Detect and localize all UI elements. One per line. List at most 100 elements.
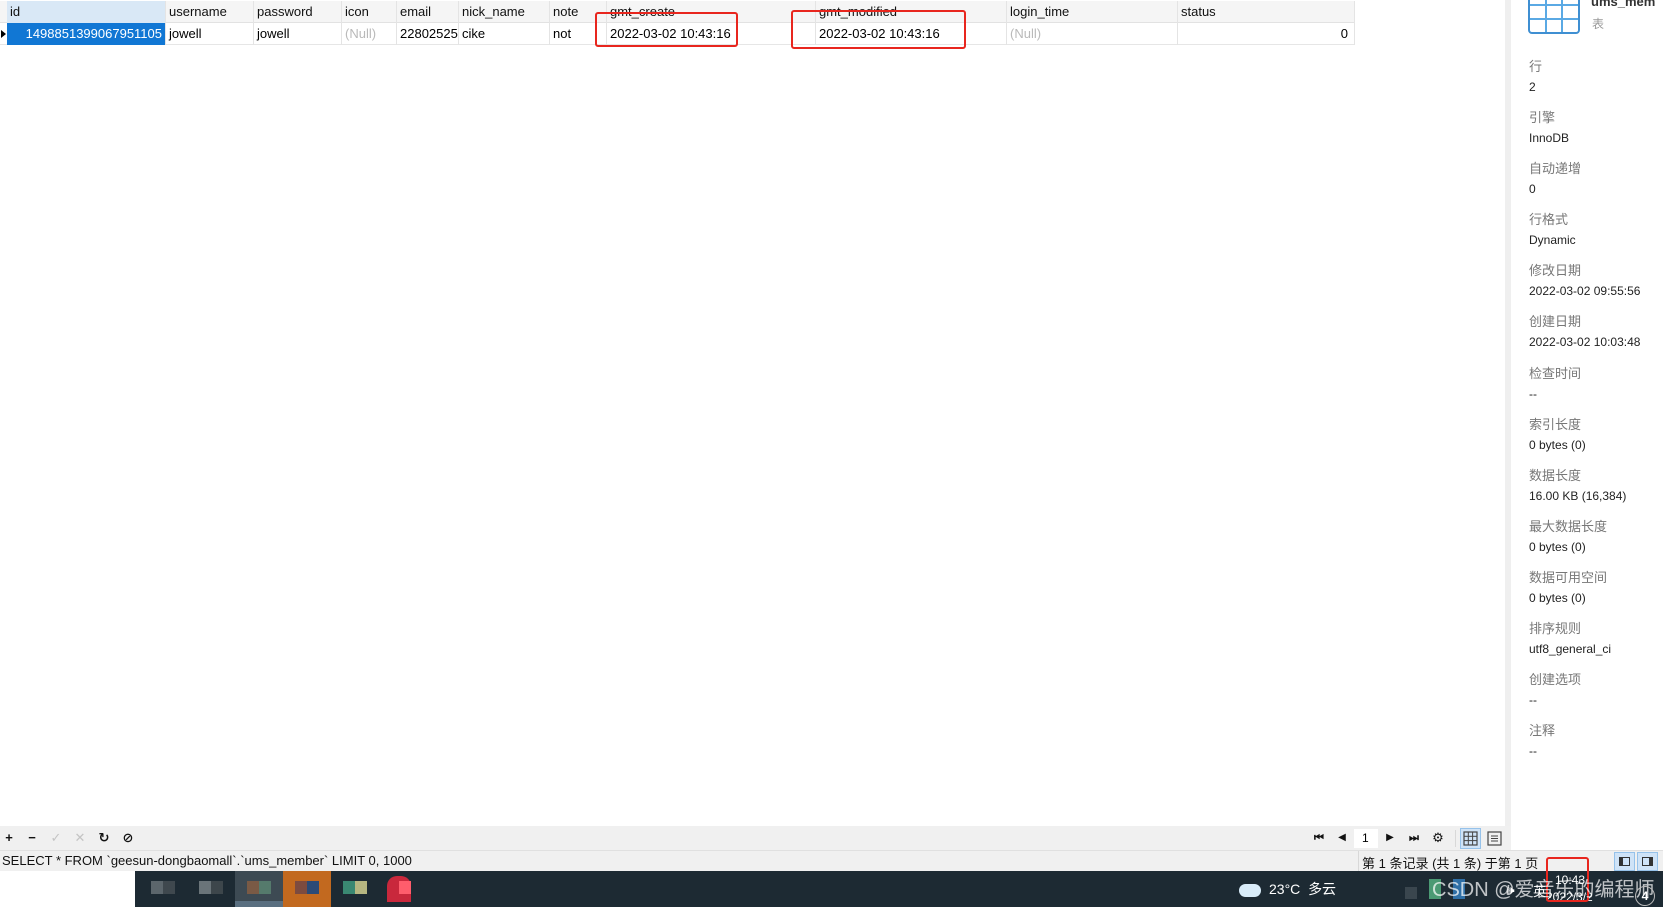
info-label: 数据长度: [1529, 468, 1582, 483]
column-header-gmt-modified[interactable]: gmt_modified: [816, 1, 1007, 23]
column-header-gmt-create[interactable]: gmt_create: [607, 1, 816, 23]
left-panel-icon: [1619, 857, 1630, 866]
info-label: 检查时间: [1529, 366, 1582, 381]
taskbar-app-1[interactable]: [151, 871, 181, 907]
info-label: 引擎: [1529, 110, 1556, 125]
toggle-right-panel-button[interactable]: [1637, 852, 1658, 871]
prev-page-button[interactable]: ◀: [1333, 829, 1351, 847]
info-item: 创建选项 --: [1529, 671, 1581, 709]
cell-nick-name[interactable]: cike: [459, 23, 550, 45]
cell-email[interactable]: 22802525:: [397, 23, 459, 45]
info-value: 2: [1529, 80, 1536, 94]
notification-center-badge[interactable]: 4: [1635, 886, 1655, 906]
stop-button[interactable]: ⊘: [119, 829, 137, 847]
info-label: 修改日期: [1529, 263, 1582, 278]
info-item: 排序规则 utf8_general_ci: [1529, 620, 1611, 658]
taskbar-app-3[interactable]: [235, 871, 283, 907]
toggle-left-panel-button[interactable]: [1614, 852, 1635, 871]
object-name: ums_mem: [1591, 0, 1656, 9]
column-header-nick-name[interactable]: nick_name: [459, 1, 550, 23]
grid-view-icon: [1463, 831, 1478, 846]
info-label: 自动递增: [1529, 161, 1582, 176]
info-label: 行格式: [1529, 212, 1569, 227]
info-item: 数据长度 16.00 KB (16,384): [1529, 467, 1626, 505]
weather-widget[interactable]: 23°C 多云: [1239, 879, 1336, 899]
info-value: 0 bytes (0): [1529, 591, 1586, 605]
info-label: 注释: [1529, 723, 1556, 738]
add-record-button[interactable]: +: [0, 829, 18, 847]
table-icon: [1528, 0, 1580, 34]
column-header-username[interactable]: username: [166, 1, 254, 23]
column-header-login-time[interactable]: login_time: [1007, 1, 1178, 23]
cell-id[interactable]: 1498851399067951105: [7, 23, 166, 45]
info-value: 2022-03-02 09:55:56: [1529, 284, 1641, 298]
column-header-status[interactable]: status: [1178, 1, 1355, 23]
form-view-icon: [1487, 831, 1502, 846]
info-value: 16.00 KB (16,384): [1529, 489, 1627, 503]
cell-note[interactable]: not: [550, 23, 607, 45]
cell-username[interactable]: jowell: [166, 23, 254, 45]
weather-desc: 多云: [1308, 881, 1337, 897]
info-value: 2022-03-02 10:03:48: [1529, 335, 1641, 349]
taskbar-app-2[interactable]: [199, 871, 229, 907]
object-info-panel: ums_mem 表 行 2 引擎 InnoDB 自动递增 0 行格式 Dynamic 修改日期 2…: [1511, 0, 1663, 826]
grid-toolbar: + − ✓ ✕ ↻ ⊘ ⏮ ◀ 1 ▶ ⏭ ⚙: [0, 826, 1511, 850]
info-label: 最大数据长度: [1529, 519, 1608, 534]
column-header-icon[interactable]: icon: [342, 1, 397, 23]
cell-gmt-modified[interactable]: 2022-03-02 10:43:16: [816, 23, 1007, 45]
record-info: 第 1 条记录 (共 1 条) 于第 1 页: [1362, 856, 1539, 871]
windows-taskbar: 23°C 多云 🕪 英 10:43 2022/3/2 CSDN @爱音乐的编程师…: [135, 857, 1663, 907]
info-label: 创建选项: [1529, 672, 1582, 687]
column-header-id[interactable]: id: [7, 1, 166, 23]
status-bar: SELECT * FROM `geesun-dongbaomall`.`ums_…: [0, 850, 1663, 872]
form-view-button[interactable]: [1484, 828, 1505, 849]
info-value: utf8_general_ci: [1529, 642, 1612, 656]
refresh-button[interactable]: ↻: [95, 829, 113, 847]
weather-temp: 23°C: [1269, 881, 1301, 897]
info-value: 0 bytes (0): [1529, 438, 1586, 452]
discard-changes-button[interactable]: ✕: [71, 829, 89, 847]
info-item: 检查时间 --: [1529, 365, 1581, 403]
info-label: 索引长度: [1529, 417, 1582, 432]
column-header-email[interactable]: email: [397, 1, 459, 23]
object-type: 表: [1592, 17, 1605, 31]
delete-record-button[interactable]: −: [23, 829, 41, 847]
first-page-button[interactable]: ⏮: [1310, 829, 1328, 847]
row-selector[interactable]: [0, 23, 7, 45]
page-number-input[interactable]: 1: [1354, 829, 1378, 848]
column-header-note[interactable]: note: [550, 1, 607, 23]
info-item: 注释 --: [1529, 722, 1555, 760]
cell-login-time[interactable]: (Null): [1007, 23, 1178, 45]
info-item: 自动递增 0: [1529, 160, 1581, 198]
last-page-button[interactable]: ⏭: [1405, 829, 1423, 847]
cell-icon[interactable]: (Null): [342, 23, 397, 45]
navicat-window: id username password icon email nick_nam…: [0, 0, 1663, 907]
settings-button[interactable]: ⚙: [1429, 829, 1447, 847]
data-grid[interactable]: id username password icon email nick_nam…: [0, 0, 1511, 826]
right-panel-icon: [1642, 857, 1653, 866]
info-value: --: [1529, 387, 1537, 401]
cell-gmt-create[interactable]: 2022-03-02 10:43:16: [607, 23, 816, 45]
info-label: 排序规则: [1529, 621, 1582, 636]
info-value: 0 bytes (0): [1529, 540, 1586, 554]
info-label: 创建日期: [1529, 314, 1582, 329]
grid-header-row: id username password icon email nick_nam…: [0, 1, 1355, 23]
taskbar-app-4-active[interactable]: [283, 871, 331, 907]
info-item: 最大数据长度 0 bytes (0): [1529, 518, 1607, 556]
tray-icon[interactable]: [1405, 887, 1417, 899]
info-item: 行格式 Dynamic: [1529, 211, 1576, 249]
next-page-button[interactable]: ▶: [1381, 829, 1399, 847]
column-header-password[interactable]: password: [254, 1, 342, 23]
taskbar-app-5[interactable]: [331, 871, 379, 907]
grid-view-button[interactable]: [1460, 828, 1481, 849]
info-label: 行: [1529, 59, 1543, 74]
cell-password[interactable]: jowell: [254, 23, 342, 45]
info-value: Dynamic: [1529, 233, 1576, 247]
apply-changes-button[interactable]: ✓: [47, 829, 65, 847]
taskbar-app-6[interactable]: [387, 871, 425, 907]
table-row[interactable]: 1498851399067951105 jowell jowell (Null)…: [0, 23, 1355, 45]
cell-status[interactable]: 0: [1178, 23, 1355, 45]
info-value: --: [1529, 693, 1537, 707]
cloud-icon: [1239, 883, 1261, 897]
info-item: 行2: [1529, 58, 1542, 96]
